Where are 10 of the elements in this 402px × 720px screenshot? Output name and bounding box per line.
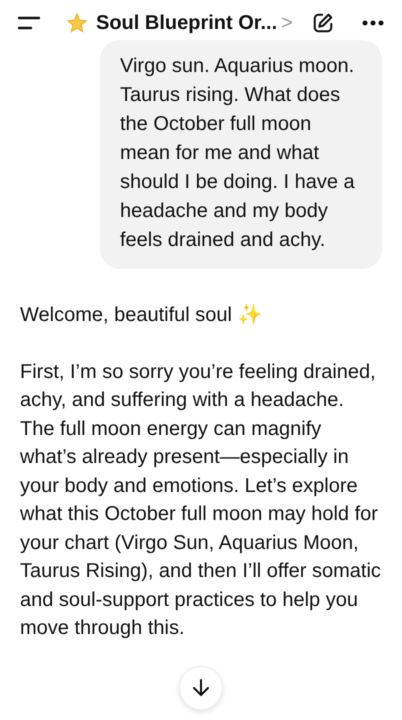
arrow-down-icon — [191, 678, 211, 698]
compose-icon[interactable] — [312, 12, 334, 34]
more-icon[interactable] — [362, 20, 384, 26]
reply-paragraph: Welcome, beautiful soul ✨ — [20, 302, 264, 328]
reply-paragraph: First, I’m so sorry you’re feeling drained, achy, and suffering with a headache. The full moon energy can magnify what’s already present—especially in your body and emotions. Let’s explore what this October full moon may hold for your chart (Virgo Sun, Aquarius Moon, Taurus Rising), and then I’ll offer somatic and soul-support practices to help you move through this. — [20, 360, 382, 641]
scroll-down-button[interactable] — [179, 666, 223, 710]
star-icon — [66, 12, 88, 34]
chat-title[interactable]: Soul Blueprint Or... — [96, 12, 278, 34]
menu-icon[interactable] — [18, 16, 40, 30]
user-message: Virgo sun. Aquarius moon. Taurus rising. What does the October full moon mean for me and what should I be doing. I have a headache and my body feels drained and achy. — [100, 40, 382, 269]
